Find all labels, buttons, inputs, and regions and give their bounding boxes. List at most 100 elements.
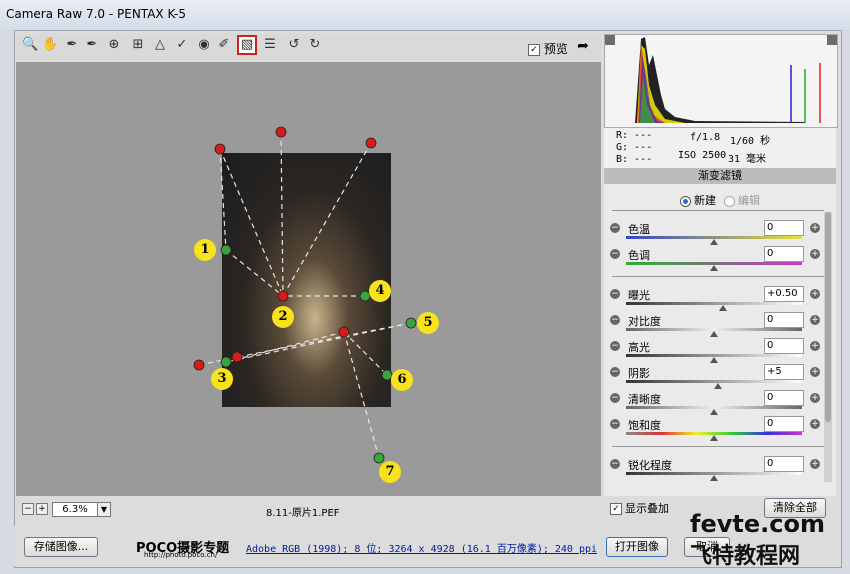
decrease-icon[interactable]: − bbox=[610, 459, 620, 469]
zoom-level[interactable]: 6.3% bbox=[52, 502, 98, 517]
slider-thumb[interactable] bbox=[710, 475, 718, 481]
slider-label: 高光 bbox=[628, 341, 650, 354]
show-overlay-toggle[interactable]: ✓ 显示叠加 bbox=[610, 500, 669, 516]
white-balance-icon[interactable]: ✒ bbox=[64, 37, 80, 53]
slider-row-highlights: − 高光 0 + bbox=[604, 338, 836, 364]
slider-row-sharpness: − 锐化程度 0 + bbox=[604, 456, 836, 482]
watermark-site: 飞特教程网 bbox=[690, 544, 801, 569]
decrease-icon[interactable]: − bbox=[610, 289, 620, 299]
mode-edit[interactable]: 编辑 bbox=[724, 192, 760, 208]
slider-value[interactable]: 0 bbox=[764, 312, 804, 328]
spot-removal-icon[interactable]: ✓ bbox=[174, 37, 190, 53]
divider bbox=[612, 446, 824, 447]
decrease-icon[interactable]: − bbox=[610, 249, 620, 259]
mode-new[interactable]: 新建 bbox=[680, 192, 716, 208]
slider-thumb[interactable] bbox=[718, 305, 727, 311]
slider-label: 曝光 bbox=[628, 289, 650, 302]
zoom-dropdown[interactable]: ▼ bbox=[97, 502, 111, 517]
increase-icon[interactable]: + bbox=[810, 223, 820, 233]
red-eye-icon[interactable]: ◉ bbox=[196, 37, 212, 53]
slider-value[interactable]: 0 bbox=[764, 456, 804, 472]
slider-value[interactable]: 0 bbox=[764, 338, 804, 354]
marker-badge-1: 1 bbox=[194, 239, 216, 261]
workflow-options-link[interactable]: Adobe RGB (1998); 8 位; 3264 x 4928 (16.1… bbox=[246, 540, 597, 555]
marker-badge-2: 2 bbox=[272, 306, 294, 328]
marker-badge-5: 5 bbox=[417, 312, 439, 334]
iso: ISO 2500 bbox=[678, 150, 727, 161]
slider-value[interactable]: +0.50 bbox=[764, 286, 804, 302]
increase-icon[interactable]: + bbox=[810, 367, 820, 377]
panel-scrollbar[interactable] bbox=[824, 212, 832, 482]
decrease-icon[interactable]: − bbox=[610, 341, 620, 351]
slider-thumb[interactable] bbox=[710, 435, 718, 441]
focal-length: 31 毫米 bbox=[728, 154, 767, 165]
decrease-icon[interactable]: − bbox=[610, 315, 620, 325]
increase-icon[interactable]: + bbox=[810, 459, 820, 469]
preferences-icon[interactable]: ☰ bbox=[262, 37, 278, 53]
marker-badge-7: 7 bbox=[379, 461, 401, 483]
increase-icon[interactable]: + bbox=[810, 315, 820, 325]
zoom-out-button[interactable]: − bbox=[22, 503, 34, 515]
save-image-button[interactable]: 存储图像... bbox=[24, 537, 98, 557]
histogram bbox=[604, 34, 838, 128]
mode-edit-radio[interactable] bbox=[724, 195, 735, 207]
show-overlay-checkbox[interactable]: ✓ bbox=[610, 503, 622, 515]
increase-icon[interactable]: + bbox=[810, 289, 820, 299]
mode-new-radio[interactable] bbox=[680, 195, 691, 207]
slider-row-saturation: − 饱和度 0 + bbox=[604, 416, 836, 442]
crop-icon[interactable]: ⊞ bbox=[130, 37, 146, 53]
preview-checkbox[interactable]: ✓ bbox=[528, 43, 540, 56]
slider-label: 锐化程度 bbox=[628, 459, 672, 472]
increase-icon[interactable]: + bbox=[810, 393, 820, 403]
slider-thumb[interactable] bbox=[710, 239, 718, 245]
slider-label: 色温 bbox=[628, 223, 650, 236]
decrease-icon[interactable]: − bbox=[610, 367, 620, 377]
mode-edit-label: 编辑 bbox=[738, 194, 760, 207]
slider-value[interactable]: 0 bbox=[764, 390, 804, 406]
decrease-icon[interactable]: − bbox=[610, 393, 620, 403]
open-image-button[interactable]: 打开图像 bbox=[606, 537, 668, 557]
preview-toggle[interactable]: ✓ 预览 bbox=[528, 40, 568, 57]
fullscreen-icon[interactable]: ➦ bbox=[575, 38, 591, 54]
slider-value[interactable]: 0 bbox=[764, 220, 804, 236]
title-bar: Camera Raw 7.0 - PENTAX K-5 bbox=[0, 0, 850, 30]
slider-value[interactable]: +5 bbox=[764, 364, 804, 380]
show-overlay-label: 显示叠加 bbox=[625, 502, 669, 515]
slider-thumb[interactable] bbox=[710, 331, 718, 337]
slider-track[interactable] bbox=[626, 302, 802, 305]
gradient-overlay bbox=[193, 126, 417, 464]
slider-value[interactable]: 0 bbox=[764, 416, 804, 432]
rotate-ccw-icon[interactable]: ↺ bbox=[286, 37, 302, 53]
zoom-in-button[interactable]: + bbox=[36, 503, 48, 515]
slider-thumb[interactable] bbox=[710, 265, 718, 271]
divider bbox=[612, 276, 824, 277]
slider-row-contrast: − 对比度 0 + bbox=[604, 312, 836, 338]
zoom-icon[interactable]: 🔍 bbox=[22, 37, 38, 53]
slider-row-exposure: − 曝光 +0.50 + bbox=[604, 286, 836, 312]
increase-icon[interactable]: + bbox=[810, 249, 820, 259]
increase-icon[interactable]: + bbox=[810, 419, 820, 429]
increase-icon[interactable]: + bbox=[810, 341, 820, 351]
rotate-cw-icon[interactable]: ↻ bbox=[307, 37, 323, 53]
adjustment-brush-icon[interactable]: ✐ bbox=[216, 37, 232, 53]
slider-thumb[interactable] bbox=[710, 357, 718, 363]
decrease-icon[interactable]: − bbox=[610, 223, 620, 233]
graduated-filter-icon[interactable]: ▧ bbox=[237, 35, 257, 55]
straighten-icon[interactable]: △ bbox=[152, 37, 168, 53]
scrollbar-thumb[interactable] bbox=[825, 212, 831, 422]
slider-row-shadows: − 阴影 +5 + bbox=[604, 364, 836, 390]
aperture: f/1.8 bbox=[690, 132, 721, 143]
readout-r: R: --- bbox=[616, 130, 653, 141]
target-adjust-icon[interactable]: ⊕ bbox=[106, 37, 122, 53]
shutter: 1/60 秒 bbox=[730, 136, 771, 147]
decrease-icon[interactable]: − bbox=[610, 419, 620, 429]
readout-panel: R: --- G: --- B: --- f/1.8 1/60 秒 ISO 25… bbox=[604, 128, 836, 168]
color-sampler-icon[interactable]: ✒ bbox=[84, 37, 100, 53]
image-canvas[interactable]: 1 2 3 4 5 6 7 bbox=[16, 62, 601, 496]
slider-value[interactable]: 0 bbox=[764, 246, 804, 262]
slider-row-tint: − 色调 0 + bbox=[604, 246, 836, 272]
toolbar: 🔍 ✋ ✒ ✒ ⊕ ⊞ △ ✓ ◉ ✐ ▧ ☰ ↺ ↻ bbox=[16, 34, 601, 60]
hand-icon[interactable]: ✋ bbox=[42, 37, 58, 53]
slider-thumb[interactable] bbox=[710, 409, 718, 415]
slider-thumb[interactable] bbox=[713, 383, 722, 389]
